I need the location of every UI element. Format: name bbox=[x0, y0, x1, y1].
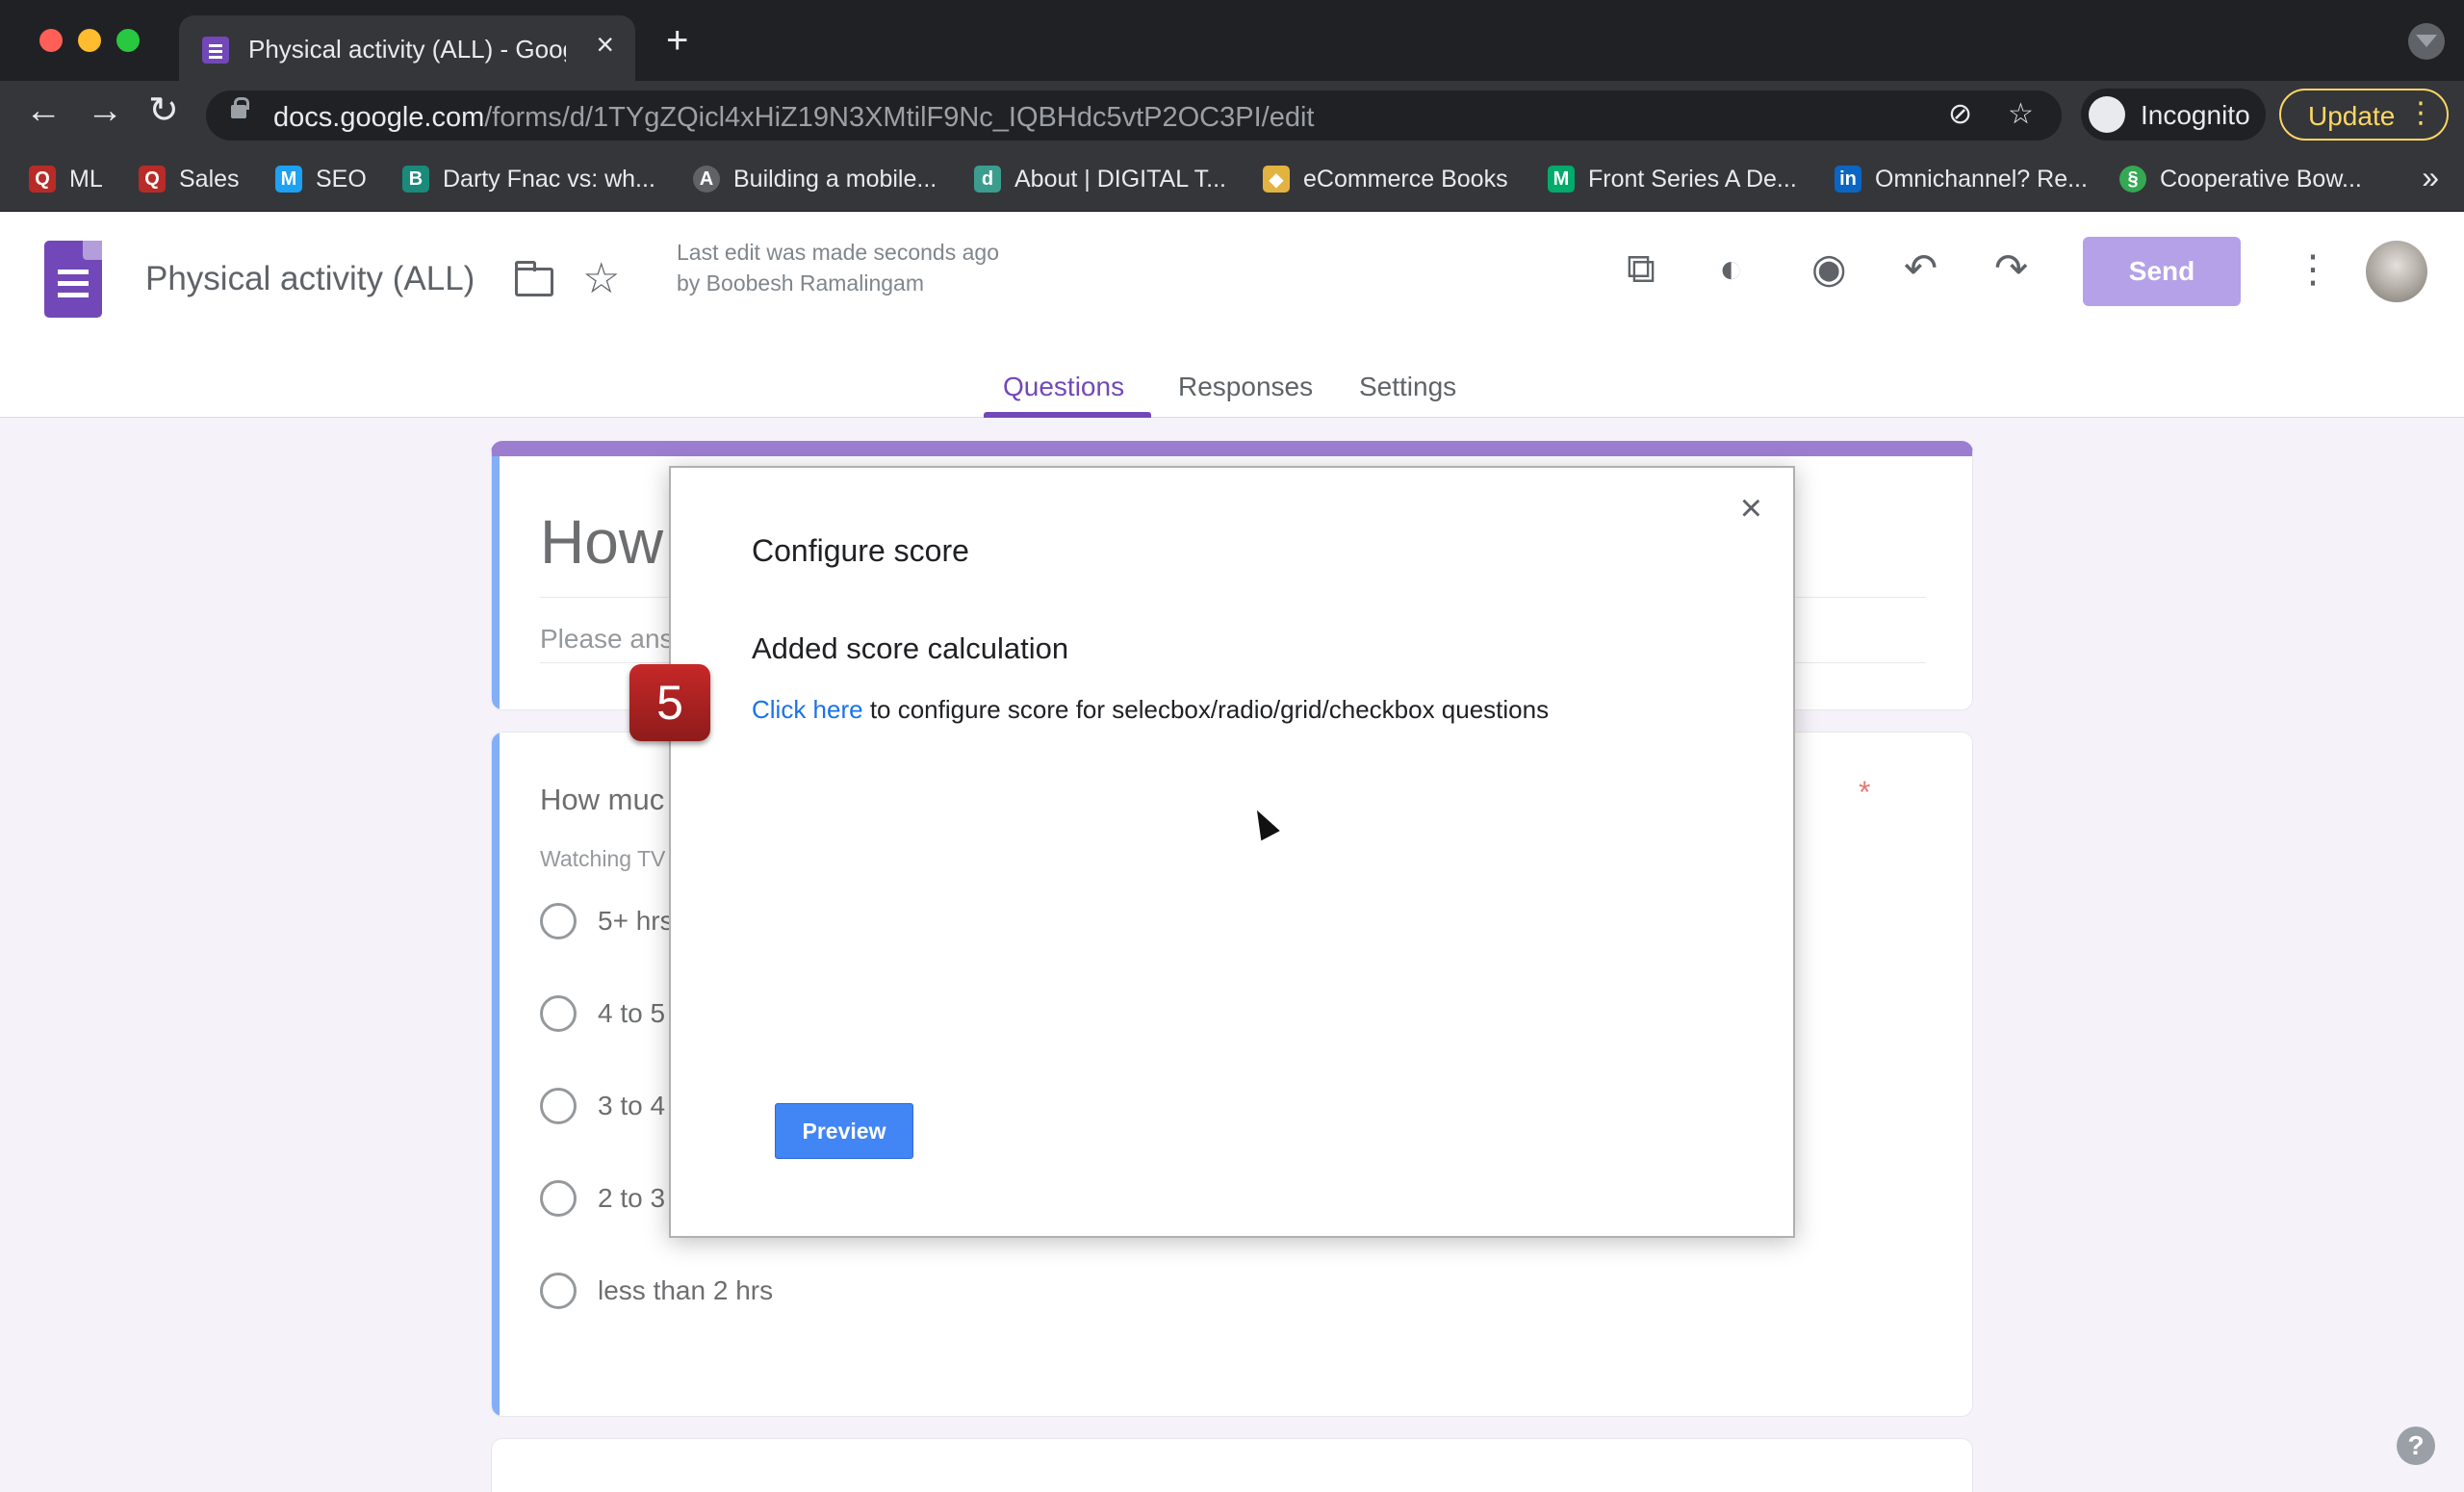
maximize-window-button[interactable] bbox=[116, 29, 140, 52]
forms-header: Physical activity (ALL) ☆ Last edit was … bbox=[0, 212, 2464, 418]
dialog-title: Configure score bbox=[752, 533, 969, 568]
bookmark-sales[interactable]: Q Sales bbox=[139, 162, 240, 196]
step-number-badge: 5 bbox=[629, 664, 710, 741]
bookmark-building[interactable]: A Building a mobile... bbox=[693, 162, 937, 196]
book-icon: ◆ bbox=[1263, 166, 1290, 193]
incognito-label: Incognito bbox=[2141, 100, 2250, 130]
minimize-window-button[interactable] bbox=[78, 29, 101, 52]
d-icon: d bbox=[974, 166, 1001, 193]
medium-icon: M bbox=[1548, 166, 1575, 193]
reload-icon[interactable]: ↻ bbox=[148, 92, 179, 129]
new-tab-button[interactable]: + bbox=[666, 21, 688, 60]
send-button[interactable]: Send bbox=[2083, 237, 2241, 306]
a-icon: A bbox=[693, 166, 720, 193]
b-icon: B bbox=[402, 166, 429, 193]
instructions-text: to configure score for selecbox/radio/gr… bbox=[862, 695, 1550, 724]
folder-icon[interactable] bbox=[515, 261, 553, 296]
eye-slash-icon[interactable]: ⊘ bbox=[1948, 100, 1972, 129]
help-icon[interactable]: ? bbox=[2397, 1427, 2435, 1465]
tab-title: Physical activity (ALL) - Google Forms bbox=[248, 35, 566, 64]
incognito-indicator[interactable]: Incognito bbox=[2081, 89, 2266, 141]
forward-arrow-icon[interactable]: → bbox=[87, 92, 123, 129]
bookmark-label: About | DIGITAL T... bbox=[1014, 165, 1227, 193]
dialog-subtitle: Added score calculation bbox=[752, 631, 1069, 665]
browser-tab-strip: Physical activity (ALL) - Google Forms ×… bbox=[0, 0, 2464, 81]
quora-icon: Q bbox=[29, 166, 56, 193]
preview-eye-icon[interactable]: ◉ bbox=[1811, 248, 1847, 289]
undo-icon[interactable]: ↶ bbox=[1904, 248, 1938, 289]
last-edit-status[interactable]: Last edit was made seconds ago by Boobes… bbox=[677, 237, 1004, 298]
google-forms-logo-icon[interactable] bbox=[44, 241, 102, 318]
bookmark-ml[interactable]: Q ML bbox=[29, 162, 103, 196]
bookmark-darty[interactable]: B Darty Fnac vs: wh... bbox=[402, 162, 655, 196]
m-icon: M bbox=[275, 166, 302, 193]
bookmark-front-series[interactable]: M Front Series A De... bbox=[1548, 162, 1797, 196]
more-vert-icon: ⋮ bbox=[2406, 97, 2435, 129]
preview-button[interactable]: Preview bbox=[775, 1103, 913, 1159]
dialog-instructions: Click here to configure score for selecb… bbox=[752, 695, 1549, 725]
forms-tab-bar: Questions Responses Settings bbox=[0, 366, 2464, 418]
bookmark-star-icon[interactable]: ☆ bbox=[2008, 100, 2034, 129]
chevron-down-icon bbox=[2416, 35, 2437, 47]
linkedin-icon: in bbox=[1835, 166, 1861, 193]
incognito-icon bbox=[2089, 96, 2125, 133]
bookmark-label: eCommerce Books bbox=[1303, 165, 1508, 193]
bookmark-label: ML bbox=[69, 165, 103, 193]
tab-questions[interactable]: Questions bbox=[1003, 372, 1124, 402]
bookmark-label: SEO bbox=[316, 165, 367, 193]
google-forms-favicon-icon bbox=[202, 37, 229, 64]
bookmark-omnichannel[interactable]: in Omnichannel? Re... bbox=[1835, 162, 2088, 196]
bookmark-cooperative[interactable]: § Cooperative Bow... bbox=[2119, 162, 2362, 196]
tab-responses[interactable]: Responses bbox=[1178, 372, 1313, 402]
browser-toolbar: ← → ↻ docs.google.com/forms/d/1TYgZQicl4… bbox=[0, 81, 2464, 148]
update-label: Update bbox=[2308, 101, 2396, 131]
add-ons-puzzle-icon[interactable]: ⧉ bbox=[1627, 248, 1656, 289]
document-title[interactable]: Physical activity (ALL) bbox=[145, 260, 475, 298]
bookmarks-overflow-button[interactable]: » bbox=[2422, 160, 2439, 195]
lock-icon[interactable] bbox=[231, 97, 249, 118]
palette-icon[interactable]: ◐ bbox=[1719, 248, 1743, 289]
back-arrow-icon[interactable]: ← bbox=[25, 92, 62, 129]
quora-icon: Q bbox=[139, 166, 166, 193]
bookmark-digital[interactable]: d About | DIGITAL T... bbox=[974, 162, 1226, 196]
tab-settings[interactable]: Settings bbox=[1359, 372, 1456, 402]
more-vert-icon[interactable]: ⋮ bbox=[2294, 250, 2332, 289]
bookmark-seo[interactable]: M SEO bbox=[275, 162, 367, 196]
bookmark-label: Sales bbox=[179, 165, 240, 193]
update-button[interactable]: Update ⋮ bbox=[2279, 89, 2449, 141]
star-icon[interactable]: ☆ bbox=[582, 258, 620, 300]
bookmark-label: Building a mobile... bbox=[733, 165, 937, 193]
address-bar[interactable]: docs.google.com/forms/d/1TYgZQicl4xHiZ19… bbox=[206, 90, 2062, 141]
close-window-button[interactable] bbox=[39, 29, 63, 52]
redo-icon[interactable]: ↷ bbox=[1994, 248, 2028, 289]
bookmark-ecommerce[interactable]: ◆ eCommerce Books bbox=[1263, 162, 1508, 196]
bookmarks-bar: Q ML Q Sales M SEO B Darty Fnac vs: wh... AB… bbox=[0, 148, 2464, 212]
browser-tab[interactable]: Physical activity (ALL) - Google Forms × bbox=[179, 15, 635, 81]
configure-score-dialog: × Configure score Added score calculatio… bbox=[669, 466, 1795, 1238]
configure-score-link[interactable]: Click here bbox=[752, 695, 863, 724]
avatar[interactable] bbox=[2366, 241, 2427, 302]
bookmark-label: Front Series A De... bbox=[1588, 165, 1797, 193]
close-icon[interactable]: × bbox=[1740, 489, 1762, 527]
tab-close-icon[interactable]: × bbox=[596, 29, 614, 60]
bookmark-label: Omnichannel? Re... bbox=[1875, 165, 2088, 193]
bookmark-label: Darty Fnac vs: wh... bbox=[443, 165, 655, 193]
leaf-icon: § bbox=[2119, 166, 2146, 193]
url-text[interactable]: docs.google.com/forms/d/1TYgZQicl4xHiZ19… bbox=[273, 102, 1314, 134]
bookmark-label: Cooperative Bow... bbox=[2160, 165, 2362, 193]
